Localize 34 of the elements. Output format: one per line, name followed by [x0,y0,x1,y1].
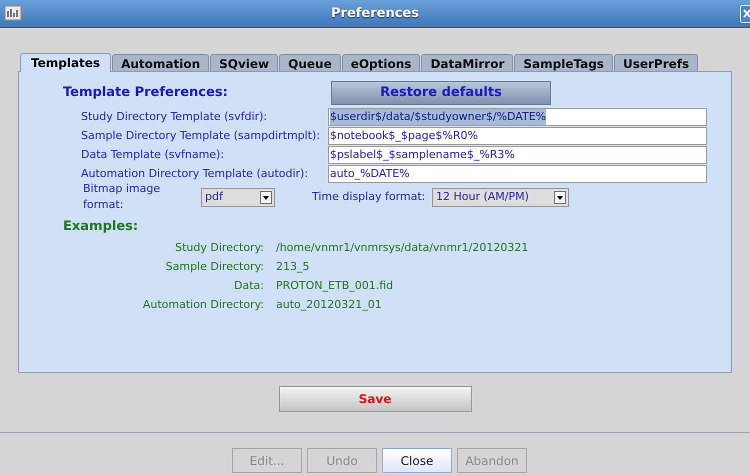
dialog-button[interactable]: Close [382,448,452,473]
tab[interactable]: eOptions [342,54,420,71]
example-value: auto_20120321_01 [276,296,382,313]
tab[interactable]: SQview [210,54,278,71]
example-label: Sample Directory: [164,258,264,275]
section-heading: Template Preferences: [63,84,229,102]
tab[interactable]: Templates [20,53,112,72]
tab[interactable]: SampleTags [514,54,613,71]
window-title: Preferences [331,4,419,23]
field-label: Data Template (svfname): [81,146,226,163]
field-label: Study Directory Template (svfdir): [81,108,268,125]
example-value: PROTON_ETB_001.fid [276,278,394,294]
tab[interactable]: UserPrefs [614,54,698,71]
tab[interactable]: DataMirror [421,54,514,71]
field-label: Sample Directory Template (sampdirtmplt): [81,128,322,144]
time-format-dropdown[interactable]: 12 Hour (AM/PM) [432,188,569,206]
bitmap-format-dropdown[interactable]: pdf [201,188,275,206]
field-label: Automation Directory Template (autodir): [81,166,310,182]
window-icon [4,5,22,21]
example-value: /home/vnmr1/vnmrsys/data/vnmr1/20120321 [276,240,528,256]
text-field[interactable]: $pslabel$_$samplename$_%R3% [328,146,707,164]
field-label: Time display format: [312,188,426,205]
text-field[interactable]: auto_%DATE% [328,165,707,183]
example-value: 213_5 [276,258,310,275]
example-label: Study Directory: [174,240,264,256]
example-label: Data: [233,278,264,294]
tab[interactable]: Automation [112,54,210,71]
section-heading: Examples: [63,218,140,236]
text-field[interactable]: $notebook$_$page$%R0% [328,127,707,145]
tab[interactable]: Queue [279,54,341,71]
text-field[interactable]: $userdir$/data/$studyowner$/%DATE% [328,108,707,126]
example-label: Automation Directory: [142,296,264,313]
field-label: Bitmap image format: [83,180,162,213]
restore-defaults-button[interactable]: Restore defaults [331,81,551,105]
